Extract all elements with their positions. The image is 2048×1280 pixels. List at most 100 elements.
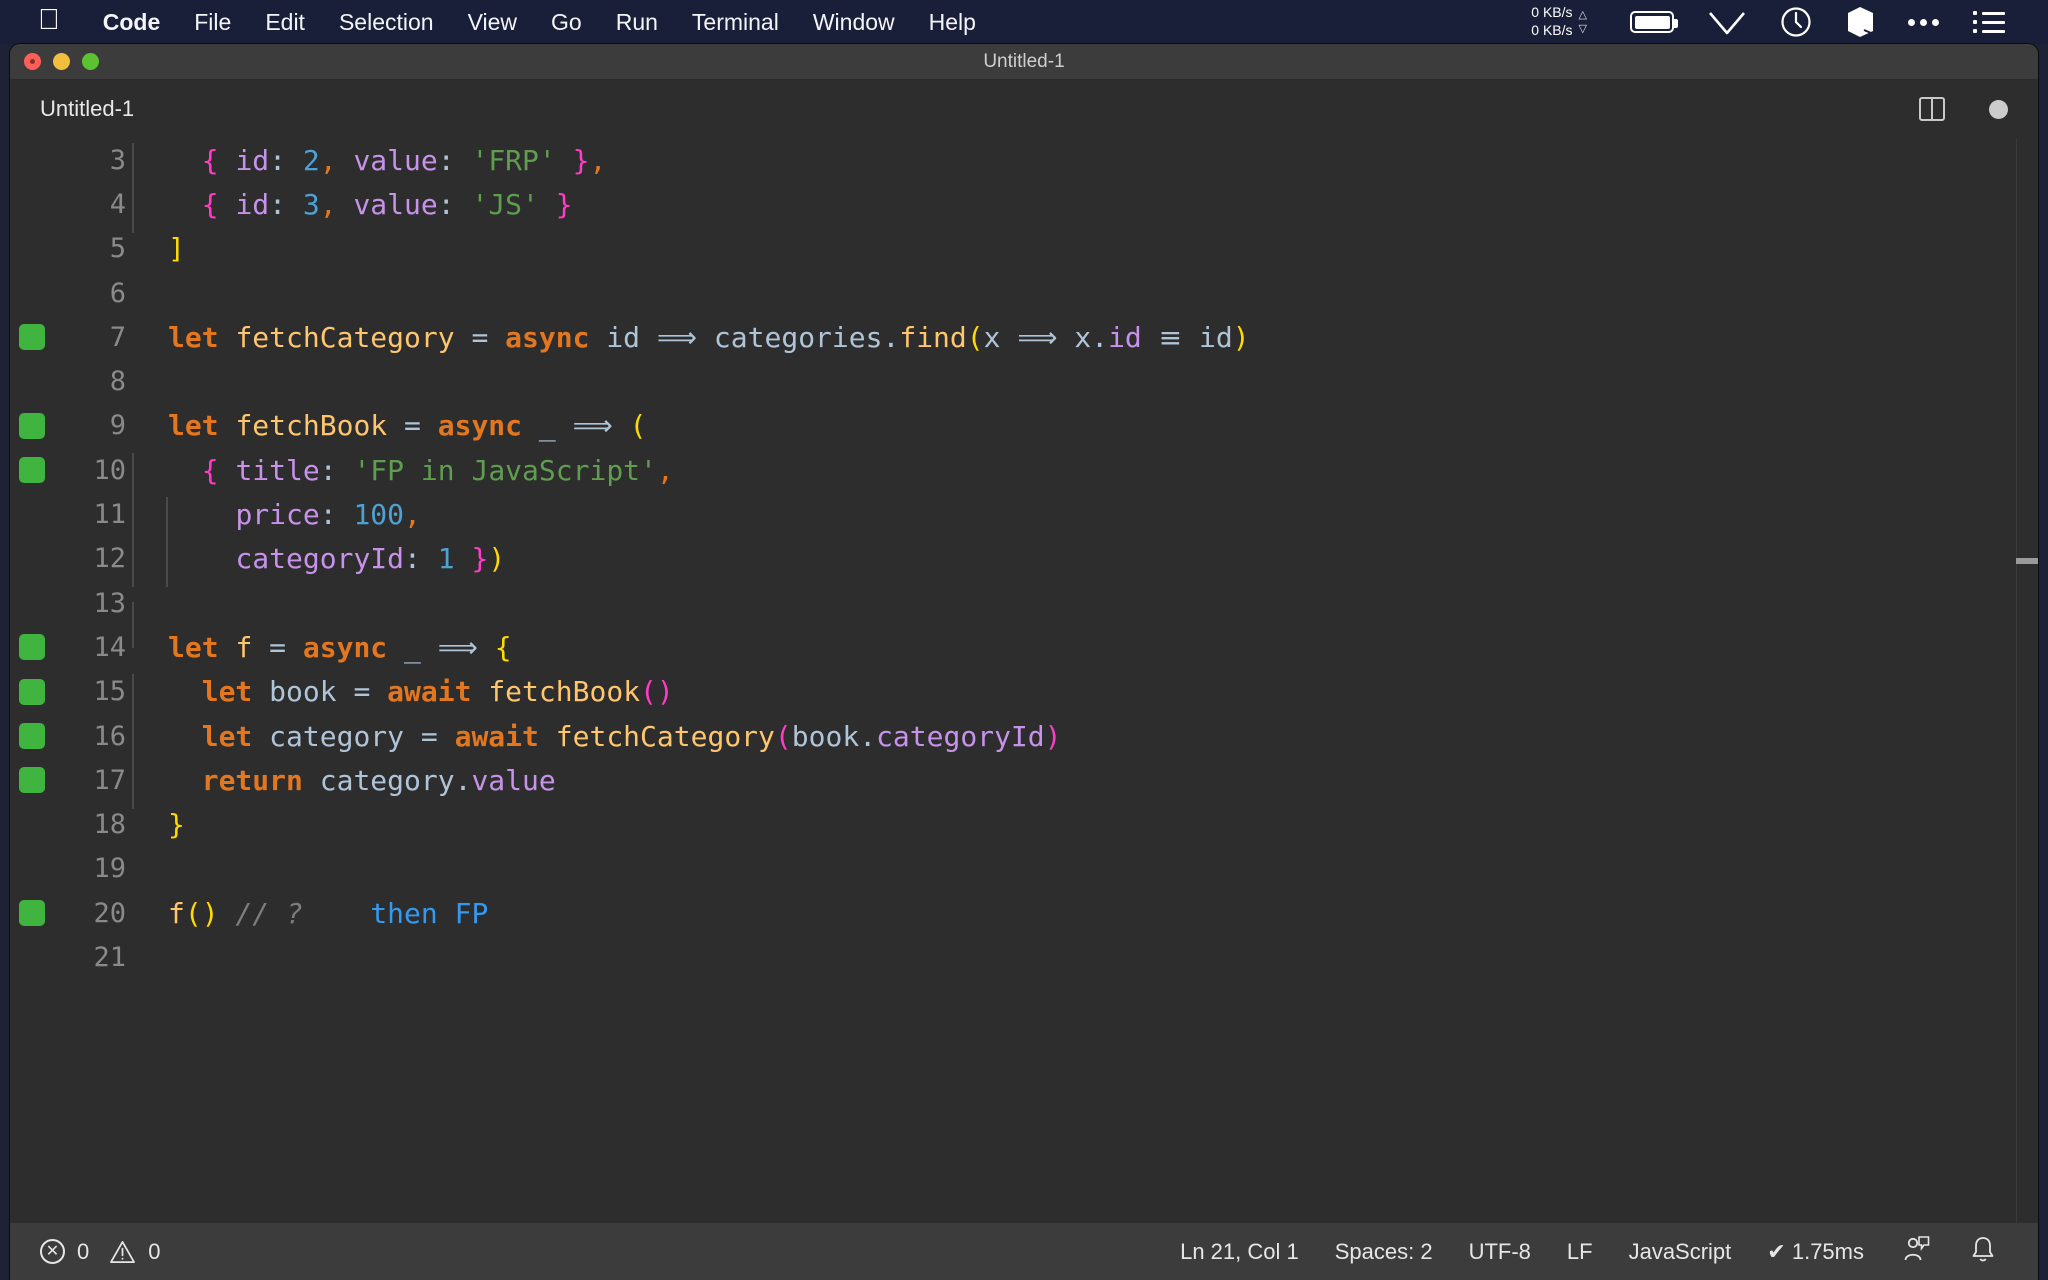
execution-marker-icon[interactable]: [19, 767, 45, 793]
run-time-status[interactable]: ✔ 1.75ms: [1749, 1239, 1882, 1265]
menu-item-view[interactable]: View: [451, 9, 534, 36]
gutter-marker-cell[interactable]: [10, 767, 54, 793]
code-line[interactable]: 9let fetchBook = async _ ⟹ (: [10, 404, 2038, 448]
feedback-person-icon[interactable]: [1882, 1235, 1950, 1269]
network-speed-indicator[interactable]: 0 KB/s 0 KB/s △ ▽: [1531, 4, 1587, 40]
code-token: :: [269, 188, 286, 221]
menu-item-help[interactable]: Help: [912, 9, 993, 36]
code-token: [370, 675, 387, 708]
list-icon[interactable]: [1973, 11, 2005, 33]
execution-marker-icon[interactable]: [19, 679, 45, 705]
gutter-marker-cell[interactable]: [10, 900, 54, 926]
code-token: [522, 409, 539, 442]
gutter-marker-cell[interactable]: [10, 723, 54, 749]
code-line[interactable]: 11 price: 100,: [10, 492, 2038, 536]
menu-item-window[interactable]: Window: [796, 9, 912, 36]
menu-item-go[interactable]: Go: [534, 9, 599, 36]
status-bar: ✕ 0 0 Ln 21, Col 1 Spaces: 2 UTF-8 LF Ja…: [10, 1223, 2038, 1280]
code-token: id: [606, 321, 640, 354]
execution-marker-icon[interactable]: [19, 457, 45, 483]
code-line[interactable]: 13: [10, 581, 2038, 625]
gutter-marker-cell[interactable]: [10, 413, 54, 439]
code-line[interactable]: 12 categoryId: 1 }): [10, 537, 2038, 581]
maximize-button[interactable]: [82, 53, 99, 70]
code-line[interactable]: 19: [10, 847, 2038, 891]
menu-item-file[interactable]: File: [177, 9, 248, 36]
line-number: 11: [54, 499, 130, 530]
code-token: :: [438, 188, 455, 221]
code-token: ): [1045, 720, 1062, 753]
end-of-line-sequence[interactable]: LF: [1549, 1239, 1611, 1265]
warning-count[interactable]: 0: [148, 1239, 160, 1265]
line-content: let fetchBook = async _ ⟹ (: [130, 409, 646, 442]
cursor-position[interactable]: Ln 21, Col 1: [1162, 1239, 1317, 1265]
execution-marker-icon[interactable]: [19, 900, 45, 926]
editor-tab-bar: Untitled-1: [10, 80, 2038, 138]
scrollbar-slider[interactable]: [2016, 558, 2038, 564]
line-number: 19: [54, 853, 130, 884]
code-line[interactable]: 18}: [10, 802, 2038, 846]
execution-marker-icon[interactable]: [19, 634, 45, 660]
code-token: }: [556, 188, 573, 221]
cube-icon[interactable]: [1846, 6, 1874, 38]
error-count[interactable]: 0: [77, 1239, 89, 1265]
code-token: :: [320, 498, 337, 531]
code-token: [219, 188, 236, 221]
gutter-marker-cell[interactable]: [10, 324, 54, 350]
error-circle-icon[interactable]: ✕: [40, 1239, 65, 1264]
menu-item-terminal[interactable]: Terminal: [675, 9, 796, 36]
code-line[interactable]: 17 return category.value: [10, 758, 2038, 802]
split-editor-icon[interactable]: [1919, 97, 1945, 121]
bell-icon[interactable]: [1950, 1235, 2008, 1269]
code-token: :: [404, 542, 421, 575]
gutter-marker-cell[interactable]: [10, 634, 54, 660]
code-editor[interactable]: 3 { id: 2, value: 'FRP' },4 { id: 3, val…: [10, 138, 2038, 1223]
menu-item-edit[interactable]: Edit: [248, 9, 322, 36]
battery-icon[interactable]: [1630, 11, 1674, 33]
minimize-button[interactable]: [53, 53, 70, 70]
code-line[interactable]: 21: [10, 935, 2038, 979]
code-token: [455, 188, 472, 221]
warning-triangle-icon[interactable]: [109, 1240, 136, 1264]
apple-logo-icon[interactable]: : [38, 6, 60, 35]
code-line[interactable]: 3 { id: 2, value: 'FRP' },: [10, 138, 2038, 182]
code-line[interactable]: 6: [10, 271, 2038, 315]
code-line[interactable]: 15 let book = await fetchBook(): [10, 670, 2038, 714]
menu-item-selection[interactable]: Selection: [322, 9, 451, 36]
code-token: [1001, 321, 1018, 354]
ellipsis-icon[interactable]: [1908, 19, 1939, 26]
indentation-setting[interactable]: Spaces: 2: [1317, 1239, 1451, 1265]
line-number: 15: [54, 676, 130, 707]
execution-marker-icon[interactable]: [19, 324, 45, 350]
close-button[interactable]: [24, 53, 41, 70]
code-token: ≡: [1159, 321, 1182, 354]
code-token: =: [269, 631, 286, 664]
gutter-marker-cell[interactable]: [10, 457, 54, 483]
tab-untitled-1[interactable]: Untitled-1: [10, 80, 160, 138]
code-token: price: [235, 498, 319, 531]
menu-item-run[interactable]: Run: [599, 9, 675, 36]
code-token: ⟹: [1017, 321, 1057, 354]
editor-scrollbar[interactable]: [2016, 138, 2038, 1223]
code-line[interactable]: 10 { title: 'FP in JavaScript',: [10, 448, 2038, 492]
execution-marker-icon[interactable]: [19, 413, 45, 439]
code-line[interactable]: 20f() // ? then FP: [10, 891, 2038, 935]
code-line[interactable]: 7let fetchCategory = async id ⟹ categori…: [10, 315, 2038, 359]
code-token: .: [882, 321, 899, 354]
code-line[interactable]: 4 { id: 3, value: 'JS' }: [10, 182, 2038, 226]
wifi-icon[interactable]: [1708, 9, 1746, 35]
unsaved-dot-icon[interactable]: [1989, 100, 2008, 119]
code-token: [337, 498, 354, 531]
code-line[interactable]: 5]: [10, 227, 2038, 271]
gutter-marker-cell[interactable]: [10, 679, 54, 705]
code-line[interactable]: 14let f = async _ ⟹ {: [10, 625, 2038, 669]
language-mode[interactable]: JavaScript: [1611, 1239, 1750, 1265]
execution-marker-icon[interactable]: [19, 723, 45, 749]
code-token: [640, 321, 657, 354]
code-line[interactable]: 16 let category = await fetchCategory(bo…: [10, 714, 2038, 758]
code-token: fetchCategory: [556, 720, 775, 753]
file-encoding[interactable]: UTF-8: [1451, 1239, 1549, 1265]
menu-item-code[interactable]: Code: [86, 9, 178, 36]
code-line[interactable]: 8: [10, 359, 2038, 403]
clock-icon[interactable]: [1780, 6, 1812, 38]
